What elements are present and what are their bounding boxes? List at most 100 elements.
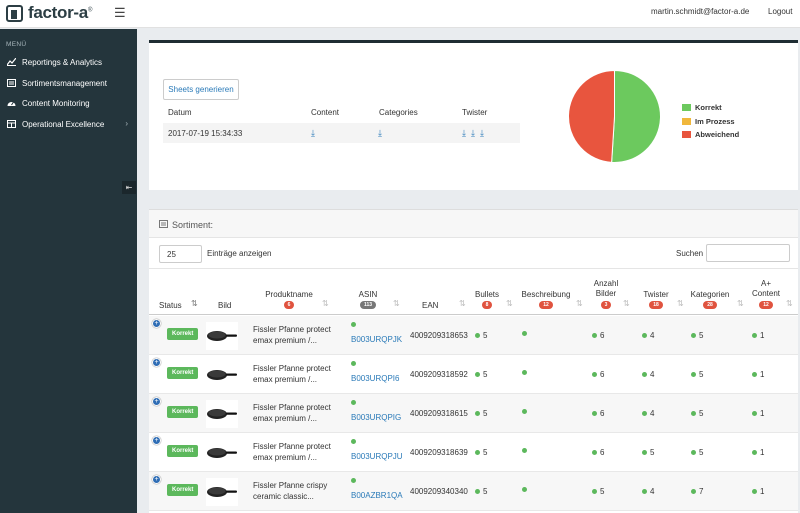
user-email[interactable]: martin.schmidt@factor-a.de	[651, 7, 749, 16]
table-row: + Korrekt Fissler Pfanne protect emax premi…	[149, 394, 798, 433]
sort-icon[interactable]: ⇅	[786, 299, 793, 308]
product-name: Fissler Pfanne protect emax premium /...	[253, 363, 333, 385]
panel-title: Sortiment:	[172, 220, 214, 230]
status-dot	[351, 439, 356, 444]
expand-row-icon[interactable]: +	[152, 319, 161, 328]
status-dot	[522, 331, 527, 336]
pie-slice-korrekt[interactable]	[611, 70, 661, 163]
sidebar-item-sortimentsmanagement[interactable]: Sortimentsmanagement	[0, 74, 137, 92]
product-name-line: emax premium /...	[253, 453, 318, 462]
error-count-badge: 18	[649, 301, 663, 309]
column-header-anzahl-bilder[interactable]: Anzahl Bilder 3	[589, 279, 623, 309]
pie-slice-abweichend[interactable]	[568, 70, 615, 163]
expand-row-icon[interactable]: +	[152, 475, 161, 484]
column-label: A+	[760, 279, 771, 288]
bullets-value: 5	[483, 487, 488, 496]
sort-icon[interactable]: ⇅	[576, 299, 583, 308]
column-header-asin[interactable]: ASIN 113	[353, 290, 383, 309]
asin-link[interactable]: B003URQPJK	[351, 335, 402, 344]
entries-length-select[interactable]: 25	[159, 245, 202, 263]
sidebar-item-content-monitoring[interactable]: Content Monitoring	[0, 94, 137, 112]
legend-item-korrekt: Korrekt	[682, 101, 739, 115]
asin-link[interactable]: B003URQPIG	[351, 413, 401, 422]
legend-label: Abweichend	[695, 130, 740, 140]
search-input[interactable]	[706, 244, 790, 262]
a-plus-cell: 1	[752, 448, 764, 457]
column-header-status[interactable]: Status	[159, 301, 182, 310]
logout-link[interactable]: Logout	[768, 7, 792, 16]
status-dot	[592, 450, 597, 455]
sidebar-item-reportings[interactable]: Reportings & Analytics	[0, 53, 137, 71]
product-image	[206, 478, 238, 506]
sidebar-item-label: Sortimentsmanagement	[22, 78, 107, 88]
kategorien-value: 5	[699, 331, 704, 340]
status-badge: Korrekt	[167, 484, 199, 496]
status-dot	[691, 411, 696, 416]
sort-icon[interactable]: ⇅	[322, 299, 329, 308]
product-name-line: emax premium /...	[253, 375, 318, 384]
sort-icon[interactable]: ⇅	[191, 299, 198, 308]
expand-row-icon[interactable]: +	[152, 436, 161, 445]
sign-out-icon: ⇤	[125, 183, 133, 192]
asin-link[interactable]: B00AZBR1QA	[351, 491, 403, 500]
table-header: Status ⇅ Bild Produktname 6 ⇅ ASIN 113 ⇅…	[149, 268, 798, 315]
ean-value: 4009209318615	[410, 409, 468, 418]
sort-icon[interactable]: ⇅	[506, 299, 513, 308]
column-header-twister[interactable]: Twister 18	[639, 290, 673, 309]
kategorien-cell: 7	[691, 487, 703, 496]
sort-icon[interactable]: ⇅	[623, 299, 630, 308]
sidebar-collapse-button[interactable]: ⇤	[122, 181, 136, 194]
column-header-categories: Categories	[379, 108, 418, 117]
expand-row-icon[interactable]: +	[152, 358, 161, 367]
legend-item-im-prozess: Im Prozess	[682, 115, 739, 129]
column-header-ean[interactable]: EAN	[422, 301, 438, 310]
download-twister-icon[interactable]: ⤓	[462, 128, 466, 139]
twister-value: 4	[650, 487, 655, 496]
ean-value: 4009209318592	[410, 370, 468, 379]
status-dot	[592, 489, 597, 494]
status-dot	[642, 489, 647, 494]
status-dot	[522, 409, 527, 414]
download-content-icon[interactable]: ⤓	[311, 128, 315, 139]
bullets-value: 5	[483, 370, 488, 379]
column-header-beschreibung[interactable]: Beschreibung 12	[520, 290, 572, 309]
logo-registered-mark: ®	[87, 7, 93, 14]
line-chart-icon	[7, 58, 16, 67]
beschreibung-cell	[522, 487, 530, 492]
factor-a-logo[interactable]: factor-a®	[6, 3, 92, 23]
expand-row-icon[interactable]: +	[152, 397, 161, 406]
a-plus-value: 1	[760, 409, 765, 418]
status-dot	[642, 411, 647, 416]
column-header-bullets[interactable]: Bullets 8	[471, 290, 503, 309]
product-image	[206, 400, 238, 428]
status-badge: Korrekt	[167, 328, 199, 340]
status-dot	[475, 372, 480, 377]
sort-icon[interactable]: ⇅	[459, 299, 466, 308]
asin-link[interactable]: B003URQPJU	[351, 452, 403, 461]
sidebar-item-operational-excellence[interactable]: Operational Excellence ›	[0, 115, 137, 133]
status-dot	[642, 450, 647, 455]
twister-cell: 5	[642, 448, 654, 457]
kategorien-value: 5	[699, 409, 704, 418]
column-header-kategorien[interactable]: Kategorien 28	[688, 290, 732, 309]
asin-link[interactable]: B003URQPI6	[351, 374, 399, 383]
table-icon	[7, 120, 16, 129]
column-header-a-plus-content[interactable]: A+ Content 12	[749, 279, 783, 309]
sort-icon[interactable]: ⇅	[393, 299, 400, 308]
column-header-produktname[interactable]: Produktname 6	[265, 290, 313, 309]
hamburger-menu-icon[interactable]: ☰	[114, 5, 126, 21]
product-image	[206, 361, 238, 389]
table-row: + Korrekt Fissler Pfanne protect emax premi…	[149, 355, 798, 394]
sort-icon[interactable]: ⇅	[737, 299, 744, 308]
error-count-badge: 3	[600, 301, 612, 309]
download-twister-icon[interactable]: ⤓	[471, 128, 475, 139]
sort-icon[interactable]: ⇅	[677, 299, 684, 308]
download-twister-icon[interactable]: ⤓	[480, 128, 484, 139]
download-categories-icon[interactable]: ⤓	[378, 128, 382, 139]
a-plus-cell: 1	[752, 409, 764, 418]
twister-value: 4	[650, 409, 655, 418]
entries-length-label: Einträge anzeigen	[207, 249, 272, 258]
bullets-cell: 5	[475, 331, 487, 340]
sheets-generieren-button[interactable]: Sheets generieren	[163, 79, 239, 100]
sidebar-item-label: Reportings & Analytics	[22, 57, 103, 67]
